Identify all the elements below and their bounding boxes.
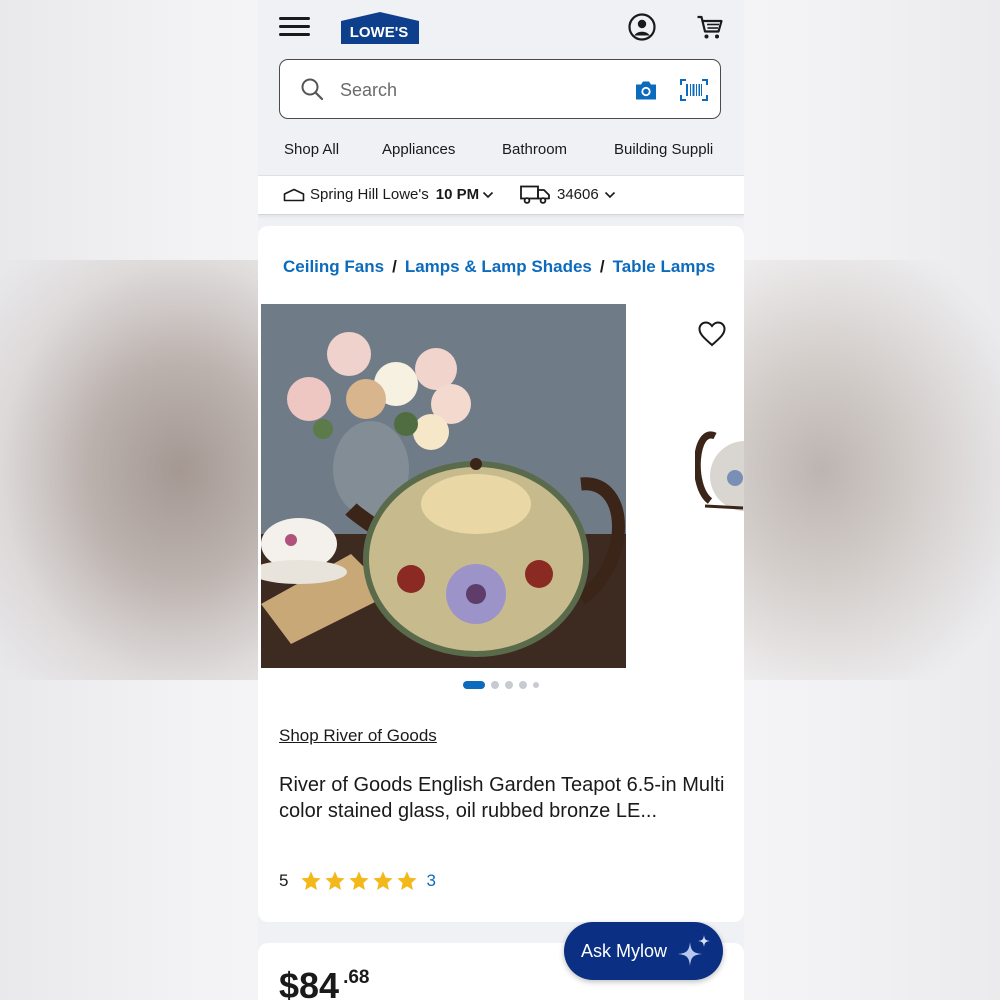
app-header: LOWE'S bbox=[258, 0, 744, 58]
favorite-heart-icon[interactable] bbox=[698, 321, 726, 347]
truck-icon bbox=[520, 185, 550, 204]
product-title: River of Goods English Garden Teapot 6.5… bbox=[279, 774, 725, 822]
breadcrumb-table-lamps[interactable]: Table Lamps bbox=[613, 257, 716, 276]
breadcrumb-separator: / bbox=[599, 257, 605, 276]
lowes-logo[interactable]: LOWE'S bbox=[341, 12, 419, 44]
star-icon bbox=[397, 871, 418, 890]
breadcrumb: Ceiling Fans / Lamps & Lamp Shades / Table L… bbox=[283, 257, 715, 277]
delivery-zip-selector[interactable]: 34606 bbox=[520, 185, 616, 204]
logo-text: LOWE'S bbox=[350, 24, 409, 41]
breadcrumb-ceiling-fans[interactable]: Ceiling Fans bbox=[283, 257, 384, 276]
category-shop-all[interactable]: Shop All bbox=[284, 141, 339, 158]
breadcrumb-separator: / bbox=[392, 257, 397, 276]
pagination-dot[interactable] bbox=[505, 681, 513, 689]
star-icon bbox=[301, 871, 322, 890]
rating-stars bbox=[300, 870, 420, 892]
store-delivery-bar: Spring Hill Lowe's 10 PM 34606 bbox=[258, 175, 744, 215]
product-image-main[interactable] bbox=[261, 304, 626, 668]
search-input[interactable] bbox=[338, 74, 612, 106]
price-cents: .68 bbox=[343, 967, 370, 988]
search-bar bbox=[279, 59, 721, 119]
cart-icon[interactable] bbox=[696, 13, 724, 41]
ask-mylow-label: Ask Mylow bbox=[581, 941, 668, 961]
ask-mylow-button[interactable]: Ask Mylow bbox=[564, 922, 723, 980]
chevron-down-icon bbox=[483, 191, 494, 198]
breadcrumb-lamps-shades[interactable]: Lamps & Lamp Shades bbox=[405, 257, 592, 276]
shop-brand-link[interactable]: Shop River of Goods bbox=[279, 726, 437, 746]
pagination-dot-active[interactable] bbox=[463, 681, 485, 689]
background-blur-right bbox=[744, 260, 1000, 680]
price-dollars: $84 bbox=[279, 965, 340, 1000]
store-icon bbox=[283, 188, 305, 201]
star-icon bbox=[325, 871, 346, 890]
camera-icon[interactable] bbox=[634, 80, 658, 101]
star-icon bbox=[349, 871, 370, 890]
review-count[interactable]: 3 bbox=[426, 871, 435, 891]
store-name: Spring Hill Lowe's bbox=[310, 186, 429, 203]
chevron-down-icon bbox=[604, 191, 615, 198]
store-hours: 10 PM bbox=[435, 186, 480, 203]
barcode-icon[interactable] bbox=[680, 79, 708, 101]
rating-value: 5 bbox=[279, 871, 289, 890]
pagination-dot[interactable] bbox=[533, 682, 539, 688]
category-appliances[interactable]: Appliances bbox=[382, 141, 455, 158]
pagination-dot[interactable] bbox=[491, 681, 499, 689]
product-image-next[interactable] bbox=[695, 416, 744, 526]
sparkle-icon bbox=[678, 935, 710, 966]
hamburger-menu-icon[interactable] bbox=[279, 17, 310, 37]
delivery-zip: 34606 bbox=[557, 186, 599, 203]
category-building-supplies[interactable]: Building Suppli bbox=[614, 141, 713, 158]
category-nav: Shop All Appliances Bathroom Building Su… bbox=[258, 126, 744, 172]
product-rating[interactable]: 5 3 bbox=[279, 870, 436, 892]
star-icon bbox=[373, 871, 394, 890]
product-price: $84.68 bbox=[279, 965, 370, 1000]
background-blur-left bbox=[0, 260, 258, 680]
product-card: Ceiling Fans / Lamps & Lamp Shades / Table L… bbox=[258, 226, 744, 922]
search-icon[interactable] bbox=[300, 77, 324, 101]
pagination-dot[interactable] bbox=[519, 681, 527, 689]
category-bathroom[interactable]: Bathroom bbox=[502, 141, 567, 158]
account-icon[interactable] bbox=[628, 13, 656, 41]
gallery-pagination bbox=[463, 681, 539, 689]
mobile-screen: LOWE'S Search Shop All Appliances Bathro… bbox=[258, 0, 744, 1000]
store-selector[interactable]: Spring Hill Lowe's 10 PM bbox=[283, 186, 494, 203]
